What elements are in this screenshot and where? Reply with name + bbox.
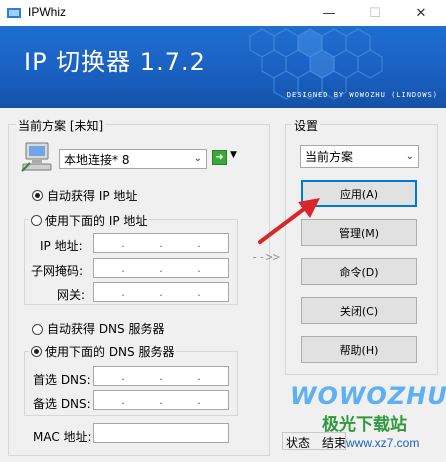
manual-ip-radio[interactable] <box>31 215 42 226</box>
auto-dns-label[interactable]: 自动获得 DNS 服务器 <box>47 320 164 337</box>
adapter-select[interactable]: 本地连接* 8 ⌄ <box>59 149 207 169</box>
wowozhu-logo: WOWOZHU <box>290 382 446 410</box>
manual-dns-label[interactable]: 使用下面的 DNS 服务器 <box>45 343 174 360</box>
maximize-icon: ☐ <box>369 5 381 21</box>
chevron-down-icon: ⌄ <box>405 151 414 162</box>
go-arrow-icon: ➜ <box>215 152 224 163</box>
ip-address-field[interactable]: ... <box>93 233 229 253</box>
close-window-button[interactable]: ✕ <box>398 0 444 26</box>
subnet-mask-label: 子网掩码: <box>31 264 84 278</box>
manual-dns-option[interactable]: 使用下面的 DNS 服务器 <box>29 343 177 360</box>
current-scheme-legend: 当前方案 [未知] <box>16 117 106 134</box>
banner-title: IP 切换器 1.7.2 <box>24 48 206 76</box>
manual-dns-radio[interactable] <box>31 346 42 357</box>
scheme-select[interactable]: 当前方案 ⌄ <box>300 145 419 168</box>
chevron-down-icon: ⌄ <box>193 153 202 164</box>
annotation-arrow-icon <box>258 198 320 244</box>
preferred-dns-field[interactable]: ... <box>93 366 229 386</box>
site-url-watermark: www.xz7.com <box>346 436 420 450</box>
minimize-button[interactable]: — <box>306 0 352 26</box>
banner-subtitle: DESIGNED BY WOWOZHU (LINDOWS) <box>286 91 438 99</box>
status-value: 结束 <box>322 436 347 450</box>
dropdown-triangle-icon: ▼ <box>230 150 237 160</box>
close-button[interactable]: 关闭(C) <box>301 297 417 324</box>
minimize-icon: — <box>322 5 336 21</box>
mac-address-field[interactable] <box>93 423 229 443</box>
app-icon <box>7 8 21 18</box>
refresh-adapters-button[interactable]: ➜ <box>212 150 227 165</box>
auto-ip-radio[interactable] <box>32 190 43 201</box>
settings-legend: 设置 <box>292 117 321 134</box>
gateway-label: 网关: <box>57 288 86 302</box>
ip-address-label: IP 地址: <box>40 239 83 253</box>
status-label: 状态 <box>286 436 311 450</box>
arrow-hint: -->> <box>251 250 280 264</box>
manual-ip-option[interactable]: 使用下面的 IP 地址 <box>29 212 150 229</box>
mac-address-label: MAC 地址: <box>33 430 92 444</box>
adapter-menu-button[interactable]: ▼ <box>230 150 237 160</box>
scheme-select-value: 当前方案 <box>305 150 354 164</box>
auto-ip-label[interactable]: 自动获得 IP 地址 <box>47 187 137 204</box>
help-button[interactable]: 帮助(H) <box>301 336 417 363</box>
close-icon: ✕ <box>415 5 427 21</box>
command-button[interactable]: 命令(D) <box>301 258 417 285</box>
alternate-dns-field[interactable]: ... <box>93 390 229 410</box>
adapter-value: 本地连接* 8 <box>64 152 130 167</box>
gateway-field[interactable]: ... <box>93 282 229 302</box>
window-title: IPWhiz <box>28 5 67 19</box>
preferred-dns-label: 首选 DNS: <box>33 373 91 387</box>
manual-ip-label[interactable]: 使用下面的 IP 地址 <box>45 212 147 229</box>
auto-dns-radio[interactable] <box>32 324 43 335</box>
alternate-dns-label: 备选 DNS: <box>33 397 91 411</box>
network-adapter-icon <box>21 142 52 172</box>
maximize-button[interactable]: ☐ <box>352 0 398 26</box>
subnet-mask-field[interactable]: ... <box>93 258 229 278</box>
banner: IP 切换器 1.7.2 DESIGNED BY WOWOZHU (LINDOW… <box>0 26 446 108</box>
